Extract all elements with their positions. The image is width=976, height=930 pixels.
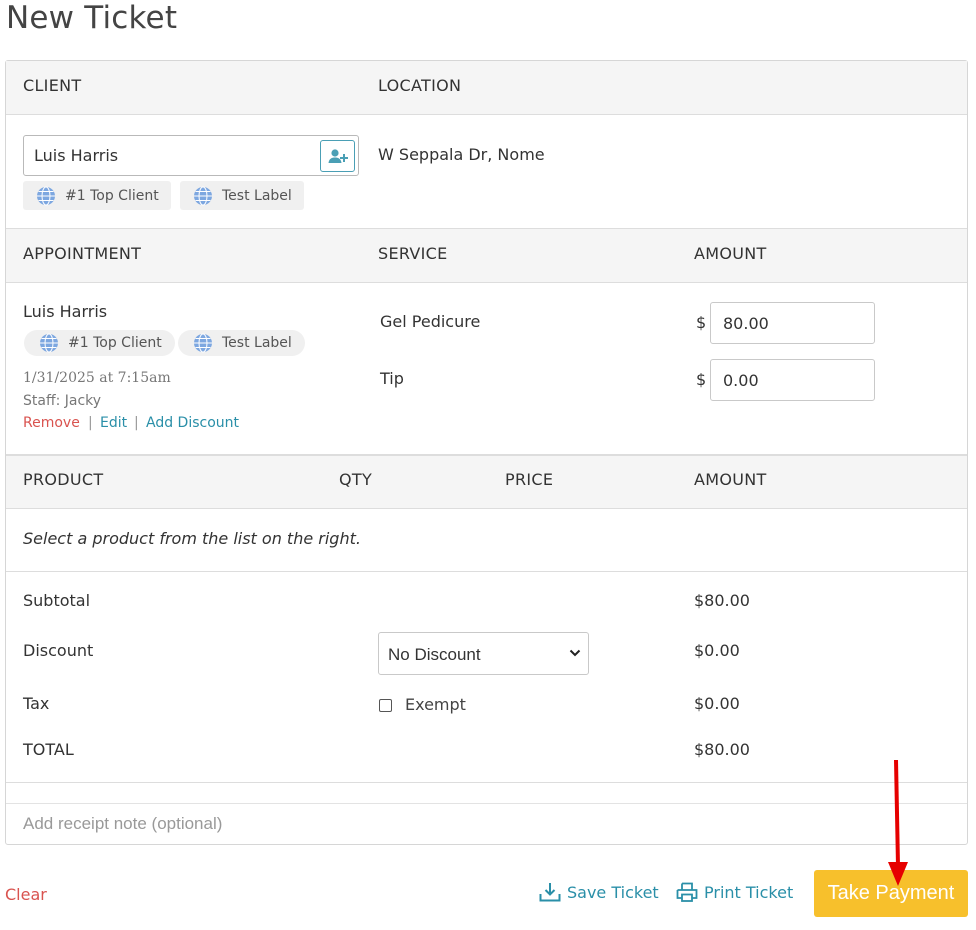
appointment-header: APPOINTMENT: [23, 244, 142, 263]
add-discount-link[interactable]: Add Discount: [146, 415, 239, 431]
subtotal-label: Subtotal: [23, 591, 91, 610]
service-header: SERVICE: [378, 244, 448, 263]
receipt-note-placeholder: Add receipt note (optional): [23, 814, 223, 833]
edit-appointment-link[interactable]: Edit: [100, 415, 127, 431]
save-ticket-label: Save Ticket: [567, 882, 659, 902]
location-value: W Seppala Dr, Nome: [378, 145, 545, 164]
tax-exempt-label[interactable]: Exempt: [405, 695, 466, 714]
page-title: New Ticket: [6, 0, 178, 36]
annotation-arrow-icon: [888, 759, 908, 886]
print-ticket-label: Print Ticket: [704, 882, 794, 902]
client-tag-test-label: Test Label: [180, 181, 304, 210]
service-name-gel-pedicure: Gel Pedicure: [380, 312, 481, 331]
product-empty-message: Select a product from the list on the ri…: [23, 529, 361, 548]
appointment-client-name: Luis Harris: [23, 302, 108, 321]
tag-label: #1 Top Client: [65, 187, 159, 204]
tag-label: #1 Top Client: [68, 335, 162, 351]
total-value: $80.00: [694, 740, 750, 759]
receipt-note-field[interactable]: Add receipt note (optional): [6, 803, 967, 844]
amount-header: AMOUNT: [694, 244, 767, 263]
discount-selected-value: No Discount: [388, 645, 481, 664]
client-tag-top-client: #1 Top Client: [23, 181, 171, 210]
tag-label: Test Label: [222, 335, 292, 351]
service-amount-value: 80.00: [723, 314, 769, 333]
product-amount-header: AMOUNT: [694, 470, 767, 489]
client-search-field[interactable]: Luis Harris: [23, 135, 359, 176]
qty-header: QTY: [339, 470, 373, 489]
globe-icon: [194, 186, 212, 205]
appointment-datetime: 1/31/2025 at 7:15am: [23, 370, 171, 386]
currency-symbol: $: [696, 370, 707, 389]
client-section-header: CLIENT LOCATION: [6, 61, 967, 115]
tax-exempt-checkbox[interactable]: [379, 699, 392, 712]
appointment-tag-test-label: Test Label: [178, 330, 305, 356]
tag-label: Test Label: [222, 187, 292, 204]
client-name-value: Luis Harris: [34, 146, 119, 165]
currency-symbol: $: [696, 313, 707, 332]
globe-icon: [37, 186, 55, 205]
price-header: PRICE: [505, 470, 554, 489]
service-amount-input[interactable]: 80.00: [710, 302, 875, 344]
tax-label: Tax: [23, 694, 50, 713]
note-divider: [6, 782, 967, 783]
discount-value: $0.00: [694, 641, 740, 660]
ticket-card: CLIENT LOCATION Luis Harris #1 Top Clien…: [5, 60, 968, 845]
appointment-staff: Staff: Jacky: [23, 393, 102, 409]
save-ticket-button[interactable]: Save Ticket: [539, 882, 659, 902]
tip-amount-value: 0.00: [723, 371, 759, 390]
subtotal-value: $80.00: [694, 591, 750, 610]
total-label: TOTAL: [23, 740, 74, 759]
appointment-section-header: APPOINTMENT SERVICE AMOUNT: [6, 228, 967, 283]
tip-amount-input[interactable]: 0.00: [710, 359, 875, 401]
chevron-down-icon: [569, 649, 581, 657]
action-separator: |: [134, 415, 139, 431]
client-header: CLIENT: [23, 76, 82, 95]
appointment-tag-top-client: #1 Top Client: [24, 330, 175, 356]
download-icon: [539, 883, 561, 902]
discount-label: Discount: [23, 641, 94, 660]
add-client-button[interactable]: [320, 140, 355, 172]
totals-divider: [6, 571, 967, 572]
service-name-tip: Tip: [380, 369, 404, 388]
product-section-header: PRODUCT QTY PRICE AMOUNT: [6, 454, 967, 509]
clear-button[interactable]: Clear: [5, 885, 47, 904]
add-user-icon: [328, 149, 348, 163]
action-separator: |: [88, 415, 93, 431]
discount-select[interactable]: No Discount: [378, 632, 589, 675]
location-header: LOCATION: [378, 76, 462, 95]
tax-value: $0.00: [694, 694, 740, 713]
globe-icon: [194, 333, 212, 353]
print-ticket-button[interactable]: Print Ticket: [676, 882, 793, 902]
product-header: PRODUCT: [23, 470, 104, 489]
globe-icon: [40, 333, 58, 353]
remove-appointment-link[interactable]: Remove: [23, 415, 80, 431]
printer-icon: [676, 882, 698, 902]
